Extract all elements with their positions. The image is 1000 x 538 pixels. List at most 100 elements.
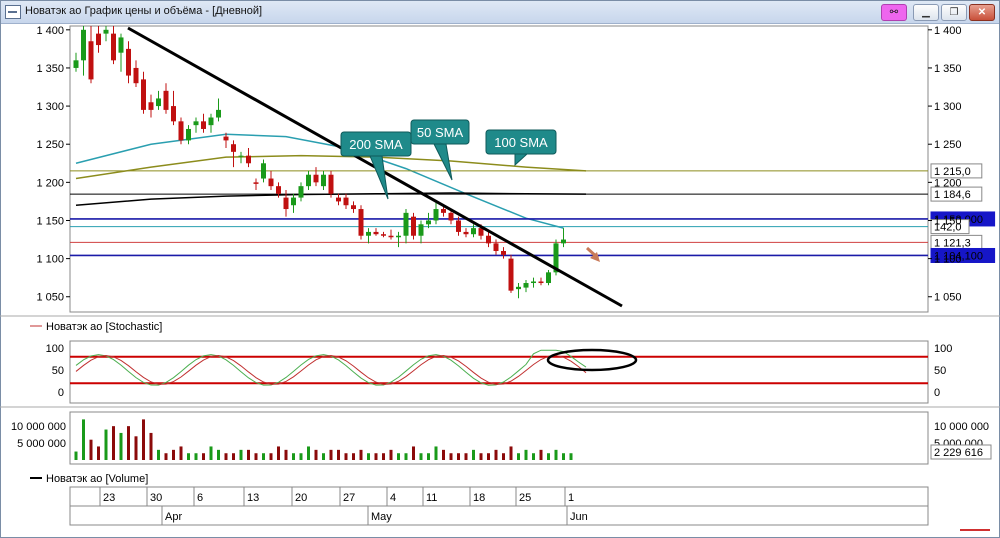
volume-bar [322,453,325,460]
highlight-ellipse [546,348,638,372]
day-tick-label: 18 [473,492,485,504]
y-tick-label-right: 1 150 [934,215,962,227]
callout-label: 100 SMA [494,135,548,150]
candle-body [328,174,334,194]
volume-tick-left: 10 000 000 [11,421,66,433]
candle-body [441,209,446,213]
day-tick-label: 13 [247,492,259,504]
candle-body [463,231,469,235]
candle-body [523,283,529,288]
candle-body [411,216,416,236]
candle-body [546,272,551,284]
candle-body [493,243,499,251]
candle-body [283,197,289,210]
volume-bar [172,449,175,460]
candle-body [186,128,191,141]
volume-bar [217,449,220,460]
candle-body [253,182,259,184]
candles [73,26,566,299]
volume-tick-right: 10 000 000 [934,421,989,433]
volume-bar [434,446,438,460]
volume-bar [157,449,160,460]
price-chart[interactable]: 1 152,000142,01 121,31 104,1001 184,61 2… [0,0,1000,538]
stochastic-panel: Новатэк ао [Stochastic] 100 100 50 50 0 0 [30,321,952,399]
volume-bar [524,449,528,460]
candle-body [448,212,454,221]
candle-body [208,117,214,126]
day-tick-label: 1 [568,492,574,504]
day-tick-label: 20 [295,492,307,504]
candle-body [396,235,401,238]
volume-bar [97,446,100,460]
volume-bar [509,446,513,460]
volume-bar [479,453,483,460]
time-axis: 23 30 6 13 20 27 4 11 18 25 1 Apr May Jun [99,487,990,531]
y-tick-label-left: 1 250 [36,139,64,151]
candle-body [561,239,566,244]
y-tick-label-left: 1 300 [36,101,64,113]
callout-label: 50 SMA [417,125,464,140]
day-tick-label: 6 [197,492,203,504]
day-tick-label: 23 [103,492,115,504]
month-tick-label: Jun [570,511,588,523]
candle-body [471,228,476,235]
volume-bar [82,419,85,460]
candle-body [73,60,79,68]
stoch-tick-right: 100 [934,343,952,355]
volume-bar [104,429,108,460]
candle-body [141,79,146,110]
candle-body [433,209,439,221]
candle-body [538,281,544,284]
volume-bar [149,432,153,460]
y-tick-label-left: 1 050 [36,292,64,304]
candle-body [298,186,304,198]
volume-bar [352,453,355,460]
callout-pointer [433,143,453,181]
volume-bar [389,449,393,460]
volume-tick-left: 5 000 000 [17,438,66,450]
level-label: 1 121,3 [934,237,971,249]
candle-body [103,29,109,34]
stochastic-panel-frame [69,340,929,404]
candle-body [531,281,536,284]
volume-bar [262,453,265,460]
candle-body [321,174,326,187]
volume-bar [472,449,475,460]
volume-bar [397,453,400,460]
candle-body [276,186,281,194]
volume-bar [187,453,190,460]
stoch-tick-left: 100 [46,343,64,355]
volume-bar [487,453,490,460]
volume-last-value: 2 229 616 [934,447,983,459]
candle-body [261,163,266,179]
y-tick-label-right: 1 250 [934,139,962,151]
volume-legend: Новатэк ао [Volume] [46,473,148,485]
volume-bar [337,449,340,460]
y-tick-label-right: 1 400 [934,25,962,37]
candle-body [291,197,296,206]
candle-body [178,121,184,141]
stoch-tick-right: 0 [934,387,940,399]
candle-body [388,235,394,238]
candle-body [201,121,206,129]
day-tick-label: 25 [519,492,531,504]
candle-body [246,155,251,164]
candle-body [501,250,506,255]
day-tick-label: 4 [390,492,396,504]
candle-body [373,231,379,235]
month-tick-label: May [371,511,392,523]
volume-bar [457,453,460,460]
volume-bar [359,449,363,460]
volume-bar [247,449,250,460]
candle-body [268,178,274,187]
volume-bar [562,453,565,460]
volume-bar [142,419,145,460]
volume-bar [239,449,243,460]
volume-bar [127,426,130,460]
y-tick-label-right: 1 300 [934,101,962,113]
candle-body [111,33,116,61]
stoch-d-line [75,354,587,385]
volume-bar [404,453,408,460]
y-tick-label-right: 1 350 [934,63,962,75]
volume-bar [209,446,213,460]
